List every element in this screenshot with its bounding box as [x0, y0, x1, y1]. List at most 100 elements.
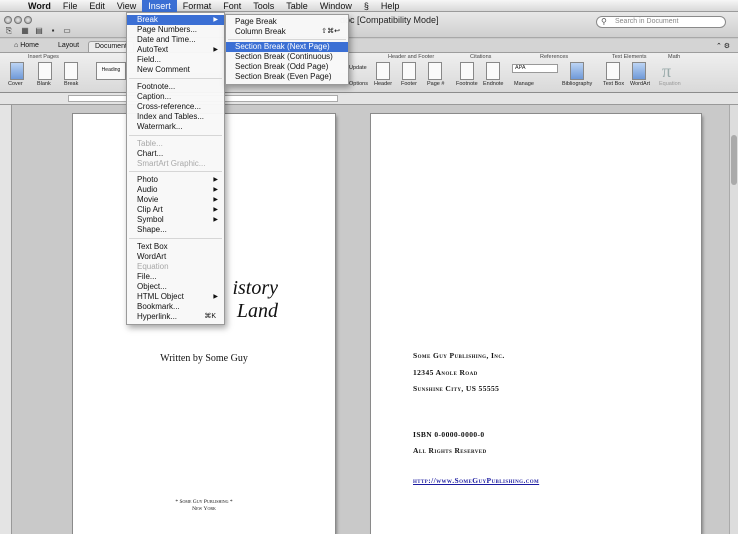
- menu-separator: [228, 39, 346, 40]
- menu-view[interactable]: View: [111, 0, 142, 12]
- heading-preview-label: Heading: [101, 67, 121, 73]
- menu-item-footnote[interactable]: Footnote...: [127, 82, 224, 92]
- scrollbar-thumb[interactable]: [731, 135, 737, 185]
- endnote-button[interactable]: Endnote: [483, 81, 504, 87]
- horizontal-ruler[interactable]: [0, 93, 738, 105]
- menu-window[interactable]: Window: [314, 0, 358, 12]
- menu-item-label: HTML Object: [137, 292, 184, 301]
- update-button[interactable]: Update: [349, 65, 367, 71]
- menu-item-hyperlink[interactable]: Hyperlink... ⌘K: [127, 312, 224, 322]
- submenu-item-page-break[interactable]: Page Break: [226, 17, 348, 27]
- menu-table[interactable]: Table: [280, 0, 314, 12]
- tab-home[interactable]: ⌂ Home: [8, 41, 45, 52]
- menu-item-cross-reference[interactable]: Cross-reference...: [127, 102, 224, 112]
- bibliography-button[interactable]: Bibliography: [562, 81, 592, 87]
- text-box-button[interactable]: Text Box: [603, 81, 624, 87]
- menu-item-html-object[interactable]: HTML Object ▶: [127, 292, 224, 302]
- menu-item-label: Audio: [137, 185, 158, 194]
- menu-edit[interactable]: Edit: [83, 0, 111, 12]
- minimize-window-button[interactable]: [14, 16, 22, 24]
- page-number-button[interactable]: Page #: [427, 81, 444, 87]
- vertical-ruler[interactable]: [0, 105, 12, 534]
- publisher-url-link[interactable]: http://www.SomeGuyPublishing.com: [413, 476, 539, 485]
- wordart-button[interactable]: WordArt: [630, 81, 650, 87]
- header-icon[interactable]: [376, 62, 390, 80]
- menu-font[interactable]: Font: [217, 0, 247, 12]
- menu-item-photo[interactable]: Photo ▶: [127, 175, 224, 185]
- submenu-item-section-next-page[interactable]: Section Break (Next Page): [226, 42, 348, 52]
- footer-button[interactable]: Footer: [401, 81, 417, 87]
- page-right[interactable]: Some Guy Publishing, Inc. 12345 Anole Ro…: [371, 114, 701, 534]
- menu-item-break[interactable]: Break ▶: [127, 15, 224, 25]
- footnote-button[interactable]: Footnote: [456, 81, 478, 87]
- menu-item-watermark[interactable]: Watermark...: [127, 122, 224, 132]
- menu-word[interactable]: Word: [22, 0, 57, 12]
- menu-item-movie[interactable]: Movie ▶: [127, 195, 224, 205]
- text-box-icon[interactable]: [606, 62, 620, 80]
- print-icon[interactable]: ▭: [62, 26, 72, 36]
- menu-item-page-numbers[interactable]: Page Numbers...: [127, 25, 224, 35]
- zoom-window-button[interactable]: [24, 16, 32, 24]
- search-placeholder: Search in Document: [615, 18, 679, 25]
- submenu-arrow-icon: ▶: [213, 177, 218, 183]
- menu-tools[interactable]: Tools: [247, 0, 280, 12]
- page-number-icon[interactable]: [428, 62, 442, 80]
- menu-item-symbol[interactable]: Symbol ▶: [127, 215, 224, 225]
- menu-item-new-comment[interactable]: New Comment: [127, 65, 224, 75]
- submenu-item-section-odd-page[interactable]: Section Break (Odd Page): [226, 62, 348, 72]
- menu-item-date-time[interactable]: Date and Time...: [127, 35, 224, 45]
- menu-format[interactable]: Format: [177, 0, 218, 12]
- menu-item-shape[interactable]: Shape...: [127, 225, 224, 235]
- menu-item-caption[interactable]: Caption...: [127, 92, 224, 102]
- menu-item-wordart[interactable]: WordArt: [127, 252, 224, 262]
- menu-help[interactable]: Help: [375, 0, 406, 12]
- cover-page-icon[interactable]: [10, 62, 24, 80]
- footnote-icon[interactable]: [460, 62, 474, 80]
- menu-item-audio[interactable]: Audio ▶: [127, 185, 224, 195]
- citation-style-select[interactable]: APA: [512, 64, 558, 73]
- new-document-icon[interactable]: ⎘: [4, 26, 14, 36]
- save-icon[interactable]: ▪: [48, 26, 58, 36]
- break-icon[interactable]: [64, 62, 78, 80]
- wordart-icon[interactable]: [632, 62, 646, 80]
- footer-icon[interactable]: [402, 62, 416, 80]
- equation-button[interactable]: Equation: [659, 81, 681, 87]
- menu-item-text-box[interactable]: Text Box: [127, 242, 224, 252]
- endnote-icon[interactable]: [486, 62, 500, 80]
- menu-item-autotext[interactable]: AutoText ▶: [127, 45, 224, 55]
- blank-button[interactable]: Blank: [37, 81, 51, 87]
- publisher-city: Sunshine City, US 55555: [413, 384, 500, 393]
- close-window-button[interactable]: [4, 16, 12, 24]
- cover-button[interactable]: Cover: [8, 81, 23, 87]
- menu-item-bookmark[interactable]: Bookmark...: [127, 302, 224, 312]
- publisher-footer-name: * Some Guy Publishing *: [175, 499, 233, 505]
- menu-item-field[interactable]: Field...: [127, 55, 224, 65]
- manage-button[interactable]: Manage: [514, 81, 534, 87]
- submenu-item-section-continuous[interactable]: Section Break (Continuous): [226, 52, 348, 62]
- submenu-item-section-even-page[interactable]: Section Break (Even Page): [226, 72, 348, 82]
- open-icon[interactable]: ▤: [34, 26, 44, 36]
- vertical-scrollbar[interactable]: [729, 105, 738, 534]
- script-menu-icon[interactable]: §: [358, 0, 375, 12]
- menu-insert[interactable]: Insert: [142, 0, 177, 12]
- pi-icon[interactable]: π: [662, 61, 671, 82]
- menu-file[interactable]: File: [57, 0, 84, 12]
- options-button[interactable]: Options: [349, 81, 368, 87]
- blank-page-icon[interactable]: [38, 62, 52, 80]
- ribbon-collapse-icon[interactable]: ⌃ ⚙: [710, 41, 736, 52]
- group-math-label: Math: [668, 54, 681, 60]
- search-input[interactable]: ⚲ Search in Document: [596, 16, 726, 28]
- templates-icon[interactable]: ▦: [20, 26, 30, 36]
- submenu-item-column-break[interactable]: Column Break ⇧⌘↩: [226, 27, 348, 37]
- break-button[interactable]: Break: [64, 81, 78, 87]
- menu-item-index-tables[interactable]: Index and Tables...: [127, 112, 224, 122]
- menu-item-clip-art[interactable]: Clip Art ▶: [127, 205, 224, 215]
- menu-item-file[interactable]: File...: [127, 272, 224, 282]
- bibliography-icon[interactable]: [570, 62, 584, 80]
- tab-layout[interactable]: Layout: [52, 41, 85, 52]
- header-button[interactable]: Header: [374, 81, 392, 87]
- heading-style-preview[interactable]: Heading: [96, 62, 126, 80]
- publisher-footer-city: New York: [192, 506, 216, 512]
- menu-item-object[interactable]: Object...: [127, 282, 224, 292]
- menu-item-chart[interactable]: Chart...: [127, 149, 224, 159]
